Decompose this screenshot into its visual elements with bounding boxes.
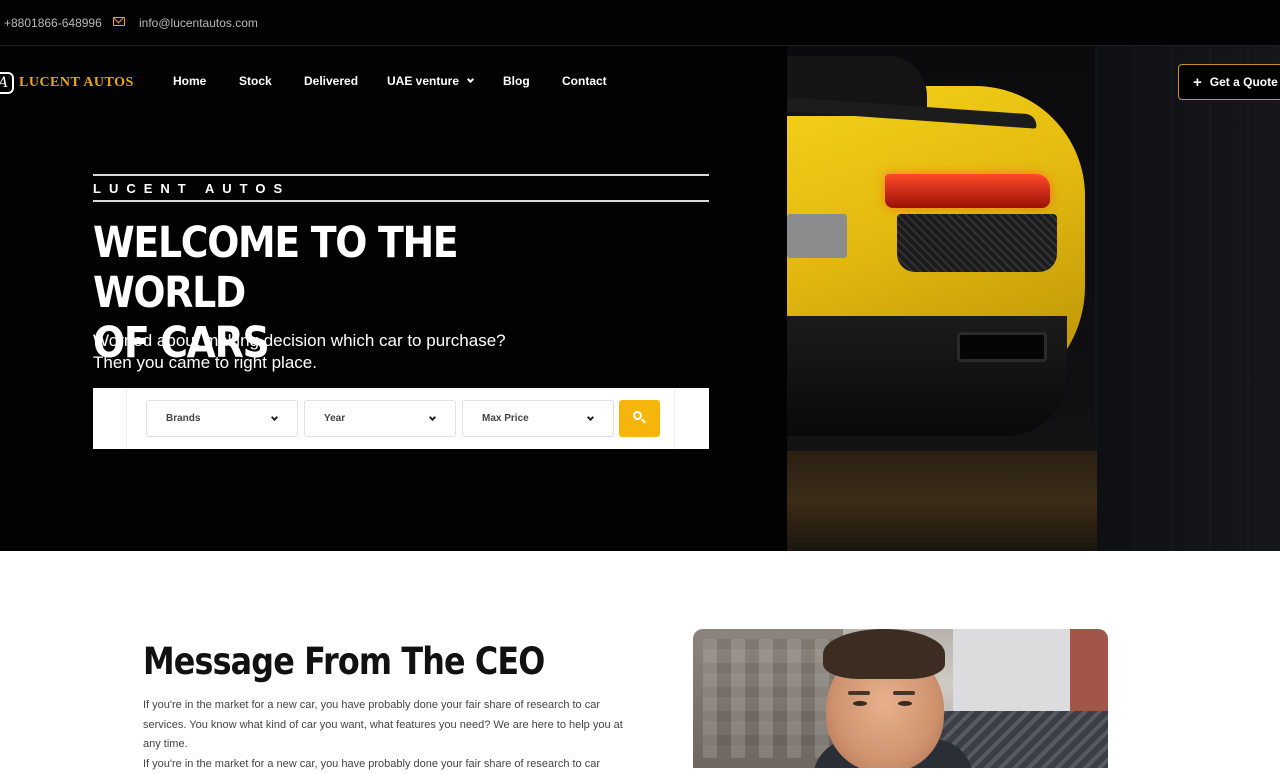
car-grille [897,214,1057,272]
ceo-message: If you're in the market for a new car, y… [143,696,643,774]
search-icon-handle [641,418,646,424]
search-button[interactable] [619,400,660,437]
logo-text: LUCENT AUTOS [19,75,134,90]
brands-select-label: Brands [166,413,201,424]
photo-eye-left [853,701,867,706]
year-select-label: Year [324,413,346,424]
car-plate [787,214,847,258]
ceo-title: Message From The CEO [143,640,545,683]
nav-item-uae-venture[interactable]: UAE venture [387,74,475,88]
hero-title-line1: WELCOME TO THE WORLD [93,218,459,318]
chevron-down-icon [270,413,279,422]
site-logo[interactable]: LUCENT AUTOS [0,71,134,95]
photo-building-left [693,629,843,768]
hero-car-image [787,46,1280,551]
ceo-paragraph-1: If you're in the market for a new car, y… [143,699,623,750]
brands-select[interactable]: Brands [146,400,298,437]
plus-icon: + [1193,73,1202,91]
nav-item-blog[interactable]: Blog [503,74,530,88]
ceo-portrait-image [693,629,1108,768]
search-controls: Brands Year Max Price [126,388,675,449]
garage-wall [1095,46,1280,551]
nav-item-home[interactable]: Home [173,74,206,88]
hero-kicker: LUCENT AUTOS [93,181,291,196]
photo-building-right [1070,629,1108,719]
chevron-down-icon [466,75,475,84]
photo-brow-right [893,691,915,695]
car-exhaust [957,332,1047,362]
hero-subtitle: Worried about making decision which car … [93,330,613,374]
year-select[interactable]: Year [304,400,456,437]
kicker-rule-top [93,174,709,176]
get-a-quote-button[interactable]: + Get a Quote [1178,64,1280,100]
photo-eye-right [898,701,912,706]
main-navbar: LUCENT AUTOS Home Stock Delivered UAE ve… [0,55,1280,110]
logo-mark-icon [0,72,14,94]
photo-hair [823,629,945,679]
nav-item-label: UAE venture [387,74,460,88]
photo-brow-left [848,691,870,695]
top-bar: +8801866-648996 info@lucentautos.com [0,0,1280,46]
email-link[interactable]: info@lucentautos.com [139,16,258,30]
car-tail-light [885,174,1050,208]
nav-item-delivered[interactable]: Delivered [304,74,358,88]
get-a-quote-label: Get a Quote [1209,75,1278,89]
hero-section: +8801866-648996 info@lucentautos.com LUC… [0,0,1280,551]
hero-subtitle-line2: Then you came to right place. [93,353,317,372]
car-search-form: Brands Year Max Price [93,388,709,449]
phone-number[interactable]: +8801866-648996 [4,16,102,30]
hero-subtitle-line1: Worried about making decision which car … [93,331,506,350]
nav-item-contact[interactable]: Contact [562,74,607,88]
kicker-rule-bottom [93,200,709,202]
envelope-icon [113,17,125,26]
nav-item-stock[interactable]: Stock [239,74,272,88]
max-price-select-label: Max Price [482,413,529,424]
chevron-down-icon [586,413,595,422]
max-price-select[interactable]: Max Price [462,400,614,437]
photo-sky [953,629,1073,719]
garage-floor [787,451,1097,551]
chevron-down-icon [428,413,437,422]
